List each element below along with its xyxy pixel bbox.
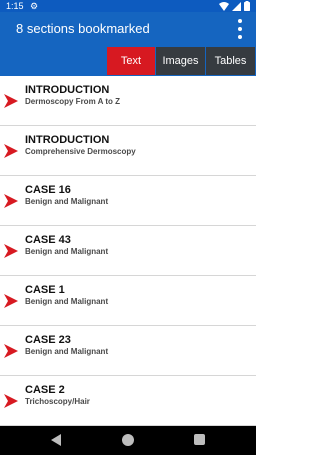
list-item-subtitle: Comprehensive Dermoscopy (25, 147, 136, 156)
wifi-icon (219, 1, 229, 11)
list-item-subtitle: Dermoscopy From A to Z (25, 97, 120, 106)
tab-tables[interactable]: Tables (206, 47, 255, 75)
gear-icon: ⚙ (30, 1, 39, 11)
list-item[interactable]: CASE 16 Benign and Malignant (0, 176, 256, 226)
chevron-right-icon (4, 294, 18, 308)
list-item-title: CASE 2 (25, 384, 65, 396)
chevron-right-icon (4, 194, 18, 208)
list-item[interactable]: INTRODUCTION Comprehensive Dermoscopy (0, 126, 256, 176)
list-item-title: CASE 1 (25, 284, 65, 296)
list-item[interactable]: CASE 43 Benign and Malignant (0, 226, 256, 276)
more-vert-icon[interactable] (234, 19, 246, 39)
system-nav-bar (0, 426, 256, 455)
list-item-title: CASE 43 (25, 234, 71, 246)
bookmark-list: INTRODUCTION Dermoscopy From A to Z INTR… (0, 76, 256, 426)
back-triangle-icon[interactable] (50, 434, 62, 446)
app-bar: 8 sections bookmarked (0, 12, 256, 45)
chevron-right-icon (4, 94, 18, 108)
app-title: 8 sections bookmarked (16, 21, 150, 36)
tab-group: Text Images Tables (107, 47, 255, 75)
list-item-title: CASE 16 (25, 184, 71, 196)
tab-images[interactable]: Images (156, 47, 205, 75)
list-item-subtitle: Benign and Malignant (25, 297, 109, 306)
list-item[interactable]: INTRODUCTION Dermoscopy From A to Z (0, 76, 256, 126)
tab-bar: Text Images Tables (0, 45, 256, 76)
list-item-title: INTRODUCTION (25, 84, 110, 96)
list-item[interactable]: CASE 2 Trichoscopy/Hair (0, 376, 256, 426)
chevron-right-icon (4, 394, 18, 408)
status-bar: 1:15 ⚙ (0, 0, 256, 12)
recents-square-icon[interactable] (194, 434, 205, 445)
list-item-subtitle: Benign and Malignant (25, 197, 109, 206)
list-item[interactable]: CASE 23 Benign and Malignant (0, 326, 256, 376)
list-item-subtitle: Benign and Malignant (25, 347, 109, 356)
battery-icon (244, 1, 250, 11)
home-circle-icon[interactable] (122, 434, 134, 446)
list-item-title: INTRODUCTION (25, 134, 110, 146)
list-item-subtitle: Trichoscopy/Hair (25, 397, 90, 406)
cell-signal-icon (232, 1, 241, 11)
status-time: 1:15 (6, 1, 24, 11)
list-item-subtitle: Benign and Malignant (25, 247, 109, 256)
tab-text[interactable]: Text (107, 47, 155, 75)
chevron-right-icon (4, 244, 18, 258)
list-item[interactable]: CASE 1 Benign and Malignant (0, 276, 256, 326)
status-icons (219, 1, 250, 11)
list-item-title: CASE 23 (25, 334, 71, 346)
chevron-right-icon (4, 344, 18, 358)
chevron-right-icon (4, 144, 18, 158)
